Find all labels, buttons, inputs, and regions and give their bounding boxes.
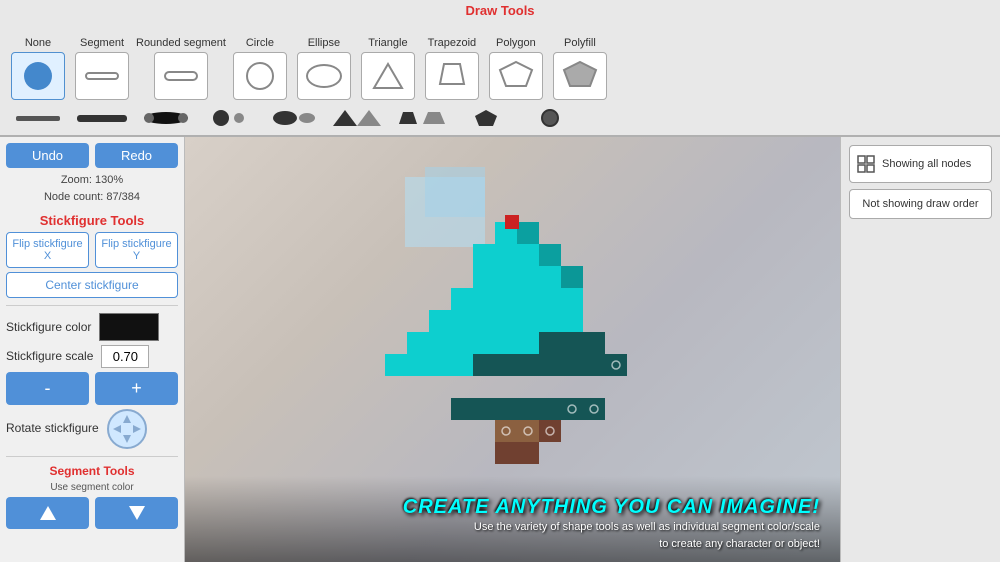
arrow-up-down-row [6, 497, 178, 529]
polyfill-icon [562, 60, 598, 93]
preview-triangle [328, 106, 388, 130]
tool-circle[interactable]: Circle [230, 22, 290, 100]
tool-triangle-label: Triangle [368, 22, 407, 50]
tool-segment-label: Segment [80, 22, 124, 50]
plus-minus-row: - + [6, 372, 178, 405]
undo-button[interactable]: Undo [6, 143, 89, 168]
color-swatch[interactable] [99, 313, 159, 341]
tool-rounded-segment-box[interactable] [154, 52, 208, 100]
polygon-icon [498, 60, 534, 93]
none-icon [24, 62, 52, 90]
tool-rounded-segment-label: Rounded segment [136, 22, 226, 50]
left-panel: Undo Redo Zoom: 130% Node count: 87/384 … [0, 137, 185, 562]
tool-triangle-box[interactable] [361, 52, 415, 100]
color-row: Stickfigure color [6, 313, 178, 341]
top-toolbar: Draw Tools None Segment Rounded segment … [0, 0, 1000, 137]
overlay-subtext-2: to create any character or object! [205, 536, 820, 553]
arrow-up-icon [39, 504, 57, 522]
tool-polyfill-box[interactable] [553, 52, 607, 100]
draw-tools-title: Draw Tools [0, 0, 1000, 18]
tool-circle-box[interactable] [233, 52, 287, 100]
tool-ellipse[interactable]: Ellipse [294, 22, 354, 100]
preview-polygon [456, 106, 516, 130]
segment-tools-label: Segment Tools [6, 464, 178, 478]
tool-trapezoid-label: Trapezoid [428, 22, 477, 50]
tool-polygon[interactable]: Polygon [486, 22, 546, 100]
preview-none [8, 106, 68, 130]
circle-icon [246, 62, 274, 90]
flip-y-button[interactable]: Flip stickfigure Y [95, 232, 178, 268]
showing-all-nodes-button[interactable]: Showing all nodes [849, 145, 992, 183]
scale-value: 0.70 [101, 345, 149, 368]
scale-label: Stickfigure scale [6, 349, 93, 365]
flip-row: Flip stickfigure X Flip stickfigure Y [6, 232, 178, 268]
rotate-dpad[interactable] [107, 409, 147, 449]
segment-icon [85, 72, 119, 80]
preview-trapezoid [392, 106, 452, 130]
tool-ellipse-label: Ellipse [308, 22, 340, 50]
scale-row: Stickfigure scale 0.70 [6, 345, 178, 368]
divider-1 [6, 305, 178, 306]
draw-order-button[interactable]: Not showing draw order [849, 189, 992, 219]
zoom-info: Zoom: 130% Node count: 87/384 [6, 172, 178, 205]
canvas-area: CREATE ANYTHING YOU CAN IMAGINE! Use the… [185, 137, 840, 562]
rotate-row: Rotate stickfigure [6, 409, 178, 449]
tool-polyfill[interactable]: Polyfill [550, 22, 610, 100]
tool-segment-box[interactable] [75, 52, 129, 100]
tool-ellipse-box[interactable] [297, 52, 351, 100]
undo-redo-row: Undo Redo [6, 143, 178, 168]
node-count-text: Node count: 87/384 [6, 189, 178, 206]
segment-tools-desc: Use segment color [6, 482, 178, 493]
trapezoid-icon [434, 60, 470, 93]
minus-button[interactable]: - [6, 372, 89, 405]
divider-2 [6, 456, 178, 457]
color-label: Stickfigure color [6, 320, 91, 334]
tool-none[interactable]: None [8, 22, 68, 100]
right-panel: Showing all nodes Not showing draw order [840, 137, 1000, 562]
draw-tools-row: None Segment Rounded segment Circle [0, 18, 1000, 104]
overlay-subtext-1: Use the variety of shape tools as well a… [205, 519, 820, 536]
tool-polygon-box[interactable] [489, 52, 543, 100]
tool-rounded-segment[interactable]: Rounded segment [136, 22, 226, 100]
showing-all-nodes-label: Showing all nodes [882, 158, 971, 170]
rotate-label: Rotate stickfigure [6, 421, 99, 437]
tool-none-box[interactable] [11, 52, 65, 100]
preview-rounded [136, 106, 196, 130]
segment-up-button[interactable] [6, 497, 89, 529]
zoom-text: Zoom: 130% [6, 172, 178, 189]
canvas-overlay: CREATE ANYTHING YOU CAN IMAGINE! Use the… [185, 476, 840, 562]
rounded-segment-icon [164, 71, 198, 81]
overlay-headline: CREATE ANYTHING YOU CAN IMAGINE! [205, 496, 820, 519]
preview-segment [72, 106, 132, 130]
tool-none-label: None [25, 22, 51, 50]
tool-trapezoid[interactable]: Trapezoid [422, 22, 482, 100]
draw-tools-preview-row [0, 104, 1000, 135]
dpad-arrows-icon [109, 411, 145, 447]
stickfigure-tools-label: Stickfigure Tools [6, 213, 178, 228]
main-area: Undo Redo Zoom: 130% Node count: 87/384 … [0, 137, 1000, 562]
center-stickfigure-button[interactable]: Center stickfigure [6, 272, 178, 298]
plus-button[interactable]: + [95, 372, 178, 405]
nodes-icon [856, 154, 876, 174]
tool-triangle[interactable]: Triangle [358, 22, 418, 100]
segment-down-button[interactable] [95, 497, 178, 529]
triangle-icon [372, 62, 404, 90]
preview-circle [200, 106, 260, 130]
flip-x-button[interactable]: Flip stickfigure X [6, 232, 89, 268]
tool-polygon-label: Polygon [496, 22, 536, 50]
tool-segment[interactable]: Segment [72, 22, 132, 100]
arrow-down-icon [128, 504, 146, 522]
tool-trapezoid-box[interactable] [425, 52, 479, 100]
preview-polyfill [520, 106, 580, 130]
preview-ellipse [264, 106, 324, 130]
redo-button[interactable]: Redo [95, 143, 178, 168]
ellipse-icon [306, 64, 342, 88]
tool-polyfill-label: Polyfill [564, 22, 596, 50]
tool-circle-label: Circle [246, 22, 274, 50]
